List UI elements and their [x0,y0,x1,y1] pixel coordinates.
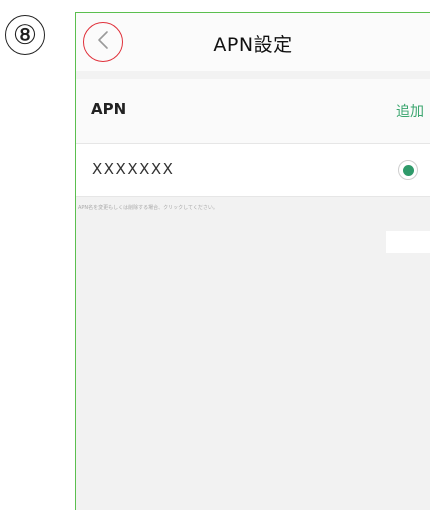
apn-help-note: APN名を変更もしくは削除する場合、クリックしてください。 [78,205,218,211]
apn-list-item[interactable]: XXXXXXX [76,143,430,197]
apn-selected-radio[interactable] [398,160,418,180]
apn-name: XXXXXXX [92,160,175,178]
navigation-bar: APN設定 [76,13,430,71]
step-number-badge: ⑧ [5,15,45,55]
phone-screen: APN設定 APN 追加 XXXXXXX APN名を変更もしくは削除する場合、ク… [75,12,430,510]
apn-section-label: APN [91,100,127,118]
apn-section-header: APN 追加 [76,79,430,143]
add-apn-button[interactable]: 追加 [396,101,424,121]
blank-panel [386,231,430,253]
page-title: APN設定 [213,34,293,56]
radio-checked-dot [402,164,414,176]
